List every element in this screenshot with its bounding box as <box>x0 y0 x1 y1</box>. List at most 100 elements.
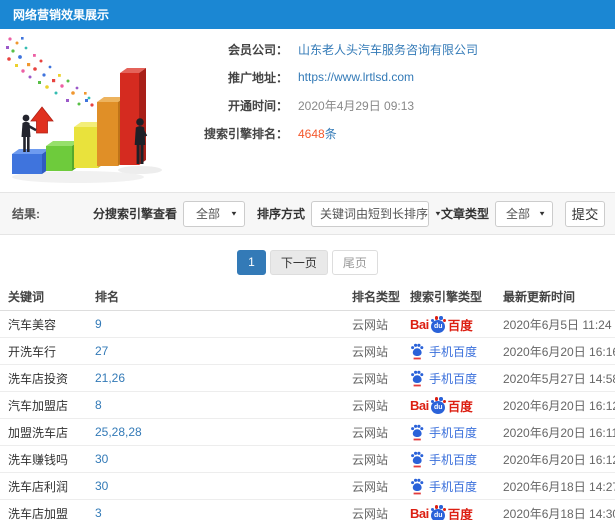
cell-rank: 25,28,28 <box>95 425 352 439</box>
cell-rank-type: 云网站 <box>352 425 389 440</box>
baidu-logo-bai-text: Bai <box>410 505 429 520</box>
baidu-logo-cn-text: 百度 <box>447 507 473 520</box>
info-row-url: 推广地址： https://www.lrtlsd.com <box>188 63 615 91</box>
mobile-baidu-label: 手机百度 <box>429 371 478 386</box>
cell-rank: 8 <box>95 398 352 412</box>
engine-filter-label: 分搜索引擎查看 <box>92 207 177 221</box>
rank-link[interactable]: 3 <box>95 506 102 520</box>
table-row: 洗车店加盟 3 云网站 Bai du 百度 2020年6月18日 14:30 <box>0 500 615 520</box>
header-engine-type: 搜索引擎类型 <box>410 290 483 304</box>
mobile-baidu-logo: 手机百度 <box>410 343 477 360</box>
table-row: 洗车赚钱吗 30 云网站 Bai du 百度 <box>0 446 615 473</box>
rank-link[interactable]: 30 <box>95 452 108 466</box>
baidu-paw-icon: du <box>430 316 447 333</box>
cell-engine: Bai du 百度 手机百度 <box>410 315 503 334</box>
cell-time: 2020年6月20日 16:12 <box>503 452 615 467</box>
baidu-logo-bai-text: Bai <box>410 397 429 413</box>
chevron-down-icon: ▼ <box>538 209 546 218</box>
article-type-select[interactable]: 全部 ▼ <box>495 200 553 227</box>
cell-time: 2020年6月20日 16:11 <box>503 425 615 440</box>
rank-count-unit: 条 <box>324 126 337 141</box>
baidu-du-circle: du <box>431 400 446 414</box>
cell-engine: Bai du 百度 手机百度 <box>410 504 503 520</box>
rank-link[interactable]: 25,28,28 <box>95 425 142 439</box>
cell-time: 2020年5月27日 14:58 <box>503 371 615 386</box>
pagination-page-1[interactable]: 1 <box>237 249 266 275</box>
mobile-baidu-logo: 手机百度 <box>410 478 477 495</box>
page-title: 网络营销效果展示 <box>13 8 110 22</box>
engine-filter-select[interactable]: 全部 ▼ <box>182 200 245 227</box>
baidu-logo-cn-text: 百度 <box>447 318 473 333</box>
table-row: 洗车店利润 30 云网站 Bai du 百度 <box>0 473 615 500</box>
rank-link[interactable]: 21,26 <box>95 371 125 385</box>
cell-engine: Bai du 百度 手机百度 <box>410 396 503 415</box>
mobile-baidu-label: 手机百度 <box>429 425 478 440</box>
header-keyword: 关键词 <box>8 290 45 304</box>
mobile-baidu-label: 手机百度 <box>429 344 478 359</box>
promo-url-link[interactable]: https://www.lrtlsd.com <box>298 70 414 84</box>
cell-engine: Bai du 百度 手机百度 <box>410 451 503 468</box>
paw-icon <box>411 424 424 440</box>
engine-filter-value: 全部 <box>196 207 221 221</box>
marketing-chart-illustration <box>0 29 188 189</box>
cell-rank: 27 <box>95 344 352 358</box>
cell-time: 2020年6月18日 14:30 <box>503 506 615 520</box>
rank-link[interactable]: 30 <box>95 479 108 493</box>
cell-rank: 30 <box>95 479 352 493</box>
table-row: 开洗车行 27 云网站 Bai du 百度 <box>0 338 615 365</box>
cell-rank-type: 云网站 <box>352 344 389 359</box>
table-row: 加盟洗车店 25,28,28 云网站 Bai du 百度 <box>0 419 615 446</box>
cell-time: 2020年6月18日 14:27 <box>503 479 615 494</box>
company-name-link[interactable]: 山东老人头汽车服务咨询有限公司 <box>298 41 478 58</box>
baidu-pc-logo: Bai du 百度 <box>410 315 473 334</box>
header-rank: 排名 <box>95 290 120 304</box>
cell-keyword: 洗车店加盟 <box>8 506 69 520</box>
mobile-baidu-logo: 手机百度 <box>410 370 477 387</box>
pagination-last-button[interactable]: 尾页 <box>331 249 378 275</box>
cell-rank-type: 云网站 <box>352 479 389 494</box>
pagination-next-button[interactable]: 下一页 <box>269 249 328 275</box>
table-row: 汽车美容 9 云网站 Bai du 百度 2020年6月5日 11:24 <box>0 311 615 338</box>
baidu-logo-cn-text: 百度 <box>447 399 473 414</box>
header-update-time: 最新更新时间 <box>503 290 576 304</box>
rank-link[interactable]: 27 <box>95 344 108 358</box>
cell-keyword: 加盟洗车店 <box>8 425 69 440</box>
open-time-value: 2020年4月29日 09:13 <box>298 98 415 113</box>
sort-filter-select[interactable]: 关键词由短到长排序 ▼ <box>310 200 442 227</box>
cell-rank-type: 云网站 <box>352 317 389 332</box>
keyword-rank-table: 关键词 排名 排名类型 搜索引擎类型 最新更新时间 汽车美容 9 云网站 Bai… <box>0 283 615 520</box>
baidu-paw-icon: du <box>430 397 447 414</box>
cell-rank-type: 云网站 <box>352 371 389 386</box>
baidu-pc-logo: Bai du 百度 <box>410 504 473 520</box>
cell-keyword: 汽车加盟店 <box>8 398 69 413</box>
rank-count-number: 4648 <box>298 126 325 141</box>
table-header-row: 关键词 排名 排名类型 搜索引擎类型 最新更新时间 <box>0 283 615 311</box>
header-bar: 网络营销效果展示 <box>0 0 615 29</box>
open-time-label: 开通时间： <box>227 98 288 113</box>
info-row-rank-count: 搜索引擎排名： 4648条 <box>188 119 615 147</box>
cell-rank: 3 <box>95 506 352 520</box>
cell-rank-type: 云网站 <box>352 398 389 413</box>
baidu-du-circle: du <box>431 319 446 333</box>
mobile-baidu-logo: 手机百度 <box>410 424 477 441</box>
info-section: 会员公司： 山东老人头汽车服务咨询有限公司 推广地址： https://www.… <box>0 29 615 192</box>
baidu-du-circle: du <box>431 508 446 520</box>
rank-link[interactable]: 9 <box>95 317 102 331</box>
submit-button[interactable]: 提交 <box>565 200 605 227</box>
confetti-dots <box>6 37 94 107</box>
cell-engine: Bai du 百度 手机百度 <box>410 424 503 441</box>
baidu-paw-icon: du <box>430 505 447 520</box>
bar-chart-clipart <box>6 37 162 183</box>
cell-rank-type: 云网站 <box>352 506 389 520</box>
cell-keyword: 汽车美容 <box>8 317 57 332</box>
info-row-open-time: 开通时间： 2020年4月29日 09:13 <box>188 91 615 119</box>
cell-time: 2020年6月20日 16:12 <box>503 398 615 413</box>
table-row: 汽车加盟店 8 云网站 Bai du 百度 2020年6月20日 16:12 <box>0 392 615 419</box>
mobile-baidu-logo: 手机百度 <box>410 451 477 468</box>
cell-keyword: 洗车店投资 <box>8 371 69 386</box>
cell-time: 2020年6月20日 16:16 <box>503 344 615 359</box>
cell-keyword: 开洗车行 <box>8 344 57 359</box>
rank-link[interactable]: 8 <box>95 398 102 412</box>
cell-keyword: 洗车店利润 <box>8 479 69 494</box>
table-row: 洗车店投资 21,26 云网站 Bai du 百度 <box>0 365 615 392</box>
